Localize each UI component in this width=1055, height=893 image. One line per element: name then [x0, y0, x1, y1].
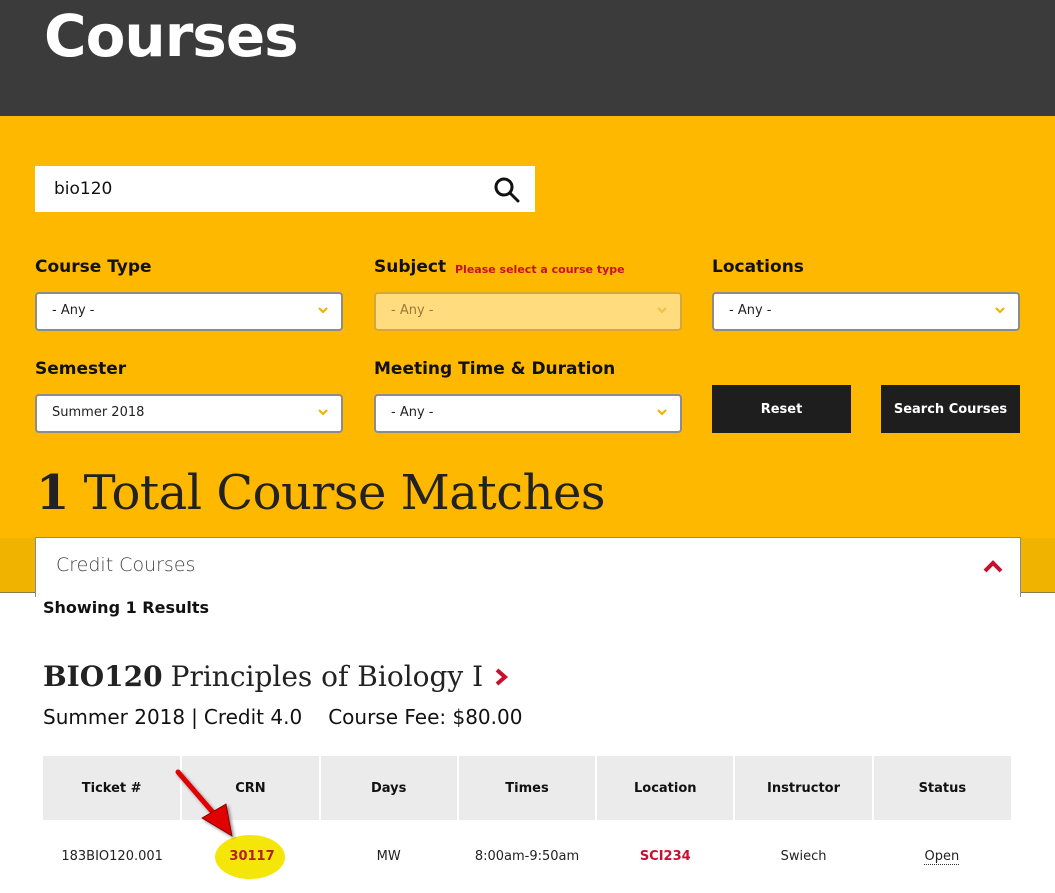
table-row: 183BIO120.001 30117 MW 8:00am-9:50am SCI… — [43, 820, 1011, 893]
course-title[interactable]: BIO120 Principles of Biology I — [43, 660, 509, 693]
search-courses-button[interactable]: Search Courses — [881, 385, 1020, 433]
locations-select[interactable]: - Any - — [712, 292, 1020, 331]
cell-crn: 30117 — [181, 820, 319, 893]
cell-status: Open — [873, 820, 1011, 893]
search-icon[interactable] — [493, 176, 521, 204]
cell-location: SCI234 — [596, 820, 734, 893]
subject-select[interactable]: - Any - — [374, 292, 682, 331]
location-link[interactable]: SCI234 — [640, 849, 691, 864]
total-matches-heading: 1 Total Course Matches — [36, 465, 606, 521]
tab-strip-right — [1021, 538, 1055, 593]
meta-separator: | — [191, 705, 198, 729]
results-count: Showing 1 Results — [43, 598, 210, 617]
semester-value: Summer 2018 — [52, 405, 145, 420]
subject-warning: Please select a course type — [455, 263, 625, 276]
col-times: Times — [456, 756, 597, 820]
semester-label: Semester — [35, 359, 127, 379]
reset-button[interactable]: Reset — [712, 385, 851, 433]
course-code: BIO120 — [43, 660, 163, 693]
chevron-down-icon — [318, 307, 328, 314]
course-type-select[interactable]: - Any - — [35, 292, 343, 331]
course-type-value: - Any - — [52, 303, 95, 318]
cell-instructor: Swiech — [780, 849, 827, 864]
chevron-right-icon[interactable] — [493, 667, 509, 686]
col-status: Status — [871, 756, 1011, 820]
cell-days: MW — [376, 849, 401, 864]
page-header: Courses — [0, 0, 1055, 116]
tab-credit-courses[interactable]: Credit Courses — [35, 537, 1021, 597]
search-input[interactable] — [35, 166, 475, 212]
chevron-up-icon[interactable] — [982, 558, 1004, 574]
subject-value: - Any - — [391, 303, 434, 318]
meeting-time-value: - Any - — [391, 405, 434, 420]
locations-label: Locations — [712, 257, 804, 277]
col-crn: CRN — [180, 756, 320, 820]
sections-table: Ticket # CRN Days Times Location Instruc… — [43, 756, 1011, 893]
course-fee: Course Fee: $80.00 — [328, 705, 523, 729]
chevron-down-icon — [657, 409, 667, 416]
course-name: Principles of Biology I — [170, 660, 484, 693]
status-link[interactable]: Open — [924, 849, 960, 865]
filter-panel: Course Type - Any - Subject Please selec… — [0, 116, 1055, 538]
cell-ticket: 183BIO120.001 — [61, 849, 163, 864]
col-days: Days — [318, 756, 458, 820]
crn-link[interactable]: 30117 — [215, 834, 286, 879]
chevron-down-icon — [657, 307, 667, 314]
table-header-row: Ticket # CRN Days Times Location Instruc… — [43, 756, 1011, 820]
course-semester: Summer 2018 — [43, 705, 186, 729]
col-location: Location — [595, 756, 735, 820]
col-ticket: Ticket # — [43, 756, 182, 820]
meeting-time-label: Meeting Time & Duration — [374, 359, 616, 379]
chevron-down-icon — [318, 409, 328, 416]
course-credit: Credit 4.0 — [203, 705, 303, 729]
search-box — [35, 166, 535, 212]
chevron-down-icon — [995, 307, 1005, 314]
locations-value: - Any - — [729, 303, 772, 318]
page-title: Courses — [44, 2, 299, 70]
col-instructor: Instructor — [733, 756, 873, 820]
tab-label: Credit Courses — [56, 554, 196, 576]
subject-label: Subject — [374, 257, 447, 277]
cell-times: 8:00am-9:50am — [474, 849, 580, 864]
course-meta: Summer 2018 | Credit 4.0 Course Fee: $80.00 — [43, 705, 522, 729]
total-label: Total Course Matches — [83, 465, 606, 521]
tab-strip-left — [0, 538, 35, 593]
meeting-time-select[interactable]: - Any - — [374, 394, 682, 433]
course-type-label: Course Type — [35, 257, 152, 277]
semester-select[interactable]: Summer 2018 — [35, 394, 343, 433]
total-count: 1 — [36, 465, 69, 521]
